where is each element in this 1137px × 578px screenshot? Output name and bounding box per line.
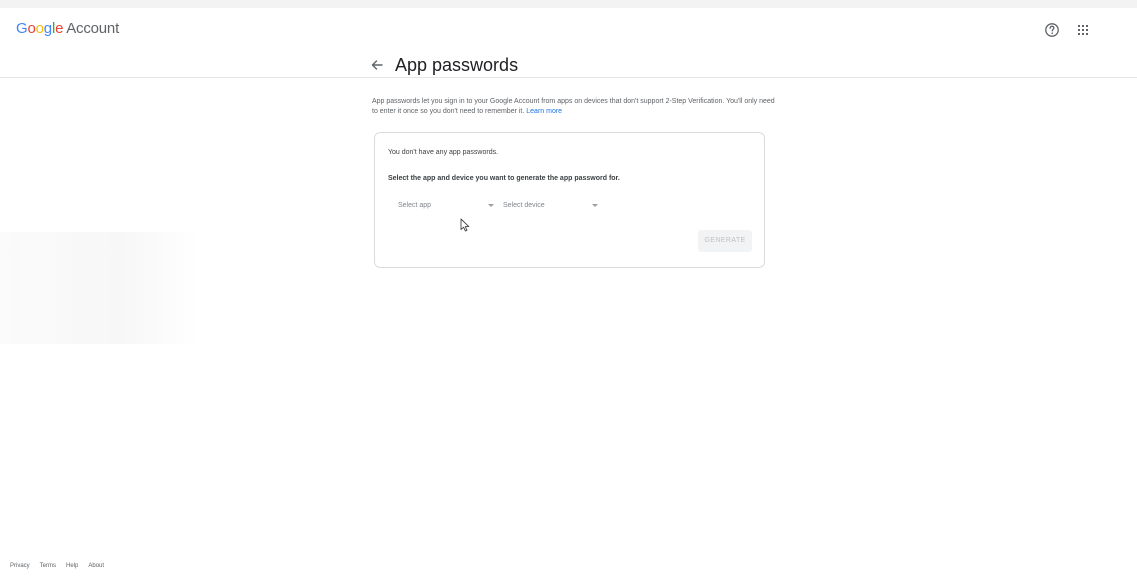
app-passwords-card: You don't have any app passwords. Select… xyxy=(374,132,765,268)
footer-link-about[interactable]: About xyxy=(88,563,104,569)
select-app-dropdown[interactable]: Select app xyxy=(398,197,494,213)
footer: Privacy Terms Help About xyxy=(10,563,104,569)
arrow-left-icon[interactable] xyxy=(370,58,384,72)
learn-more-link[interactable]: Learn more xyxy=(526,108,562,115)
background-shadow xyxy=(0,232,200,344)
logo-letter: o xyxy=(27,20,36,37)
select-device-dropdown[interactable]: Select device xyxy=(503,197,598,213)
chevron-down-icon xyxy=(488,203,494,207)
description-text: App passwords let you sign in to your Go… xyxy=(372,98,775,115)
generate-button[interactable]: GENERATE xyxy=(698,230,752,252)
select-device-value: Select device xyxy=(503,201,545,209)
google-account-logo[interactable]: Google Account xyxy=(16,20,119,38)
generate-instruction: Select the app and device you want to ge… xyxy=(388,175,620,182)
mouse-cursor-icon xyxy=(460,218,470,232)
no-passwords-message: You don't have any app passwords. xyxy=(388,149,499,156)
chevron-down-icon xyxy=(592,203,598,207)
logo-letter: g xyxy=(43,20,52,37)
logo-letter: o xyxy=(35,20,44,37)
select-app-value: Select app xyxy=(398,201,432,209)
logo-letter: G xyxy=(16,20,28,37)
page-header: App passwords xyxy=(370,53,518,77)
apps-grid-icon[interactable] xyxy=(1075,22,1091,38)
logo-letter: e xyxy=(55,20,64,37)
top-bar: Google Account App passwords xyxy=(0,0,1137,78)
footer-link-help[interactable]: Help xyxy=(66,563,78,569)
page-title: App passwords xyxy=(395,54,519,75)
help-circle-icon[interactable] xyxy=(1044,22,1060,38)
footer-link-terms[interactable]: Terms xyxy=(40,563,56,569)
account-label: Account xyxy=(66,20,120,37)
footer-link-privacy[interactable]: Privacy xyxy=(10,563,30,569)
page-description: App passwords let you sign in to your Go… xyxy=(372,97,782,117)
